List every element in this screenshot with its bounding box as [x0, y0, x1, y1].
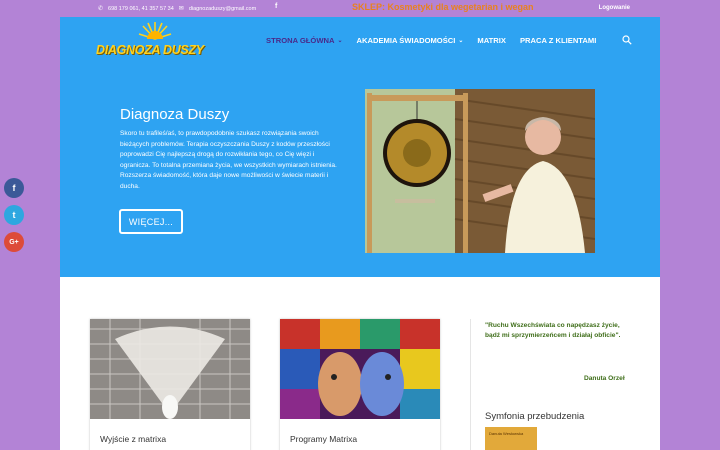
menu-item-label: STRONA GŁÓWNA: [266, 36, 335, 45]
site-logo[interactable]: DIAGNOZA DUSZY: [96, 21, 208, 59]
main-menu: STRONA GŁÓWNA ⌄ AKADEMIA ŚWIADOMOŚCI ⌄ M…: [266, 36, 610, 45]
main-header: DIAGNOZA DUSZY STRONA GŁÓWNA ⌄ AKADEMIA …: [60, 17, 660, 64]
phone-icon: ✆: [98, 6, 104, 12]
googleplus-share-button[interactable]: G+: [4, 232, 24, 252]
twitter-share-button[interactable]: t: [4, 205, 24, 225]
logo-text: DIAGNOZA DUSZY: [96, 43, 204, 57]
menu-item-label: PRACA Z KLIENTAMI: [519, 36, 597, 45]
post-title[interactable]: Wyjście z matrixa: [100, 434, 166, 444]
sidebar-quote: "Ruchu Wszechświata co napędzasz życie, …: [485, 322, 621, 340]
post-card[interactable]: Programy Matrixa: [280, 319, 440, 450]
matrix-art-thumbnail: [280, 319, 440, 419]
email-icon: ✉: [178, 6, 184, 12]
menu-item-matrix[interactable]: MATRIX: [477, 36, 506, 45]
chevron-down-icon: ⌄: [458, 38, 464, 44]
menu-item-client-work[interactable]: PRACA Z KLIENTAMI: [520, 36, 596, 45]
more-button[interactable]: WIĘCEJ...: [119, 209, 183, 234]
googleplus-icon: G+: [9, 238, 19, 246]
post-card[interactable]: Wyjście z matrixa: [90, 319, 250, 450]
chevron-down-icon: ⌄: [337, 38, 343, 44]
facebook-icon: f: [12, 183, 16, 193]
book-cover-image[interactable]: Danuta Wesłowska: [485, 427, 537, 450]
book-author: Danuta Wesłowska: [489, 431, 524, 436]
menu-item-label: MATRIX: [477, 36, 506, 45]
hero-photo-gong-therapist: [365, 89, 595, 253]
menu-item-academy[interactable]: AKADEMIA ŚWIADOMOŚCI ⌄: [357, 36, 464, 45]
hero-title: Diagnoza Duszy: [120, 106, 230, 123]
facebook-share-button[interactable]: f: [4, 178, 24, 198]
login-link[interactable]: Logowanie: [599, 5, 630, 11]
page-container: ✆ 698 179 061, 41 357 57 34 ✉ diagnozadu…: [60, 0, 660, 450]
sidebar-divider: [470, 319, 471, 450]
search-icon[interactable]: [622, 35, 632, 45]
sun-logo-icon: [138, 22, 172, 40]
peacock-thumbnail: [90, 319, 250, 419]
menu-item-home[interactable]: STRONA GŁÓWNA ⌄: [266, 36, 343, 45]
phone-number: 698 179 061, 41 357 57 34: [108, 5, 174, 12]
top-bar: ✆ 698 179 061, 41 357 57 34 ✉ diagnozadu…: [60, 0, 660, 17]
widget-title: Symfonia przebudzenia: [485, 411, 585, 422]
contact-info: ✆ 698 179 061, 41 357 57 34 ✉ diagnozadu…: [98, 5, 256, 13]
hero-text: Skoro tu trafileś/aś, to prawdopodobnie …: [120, 130, 337, 190]
content-section: Wyjście z matrixa Programy Matrixa "Ruch…: [60, 277, 660, 450]
twitter-icon: t: [12, 210, 16, 220]
post-title[interactable]: Programy Matrixa: [290, 434, 357, 444]
quote-author: Danuta Orzeł: [584, 375, 625, 382]
menu-item-label: AKADEMIA ŚWIADOMOŚCI: [356, 36, 456, 45]
email-link[interactable]: diagnozaduszy@gmail.com: [189, 6, 256, 12]
shop-banner-link[interactable]: SKLEP: Kosmetyki dla wegetarian i wegan: [352, 2, 534, 12]
facebook-icon[interactable]: f: [275, 3, 277, 10]
hero-section: Diagnoza Duszy Skoro tu trafileś/aś, to …: [60, 64, 660, 277]
